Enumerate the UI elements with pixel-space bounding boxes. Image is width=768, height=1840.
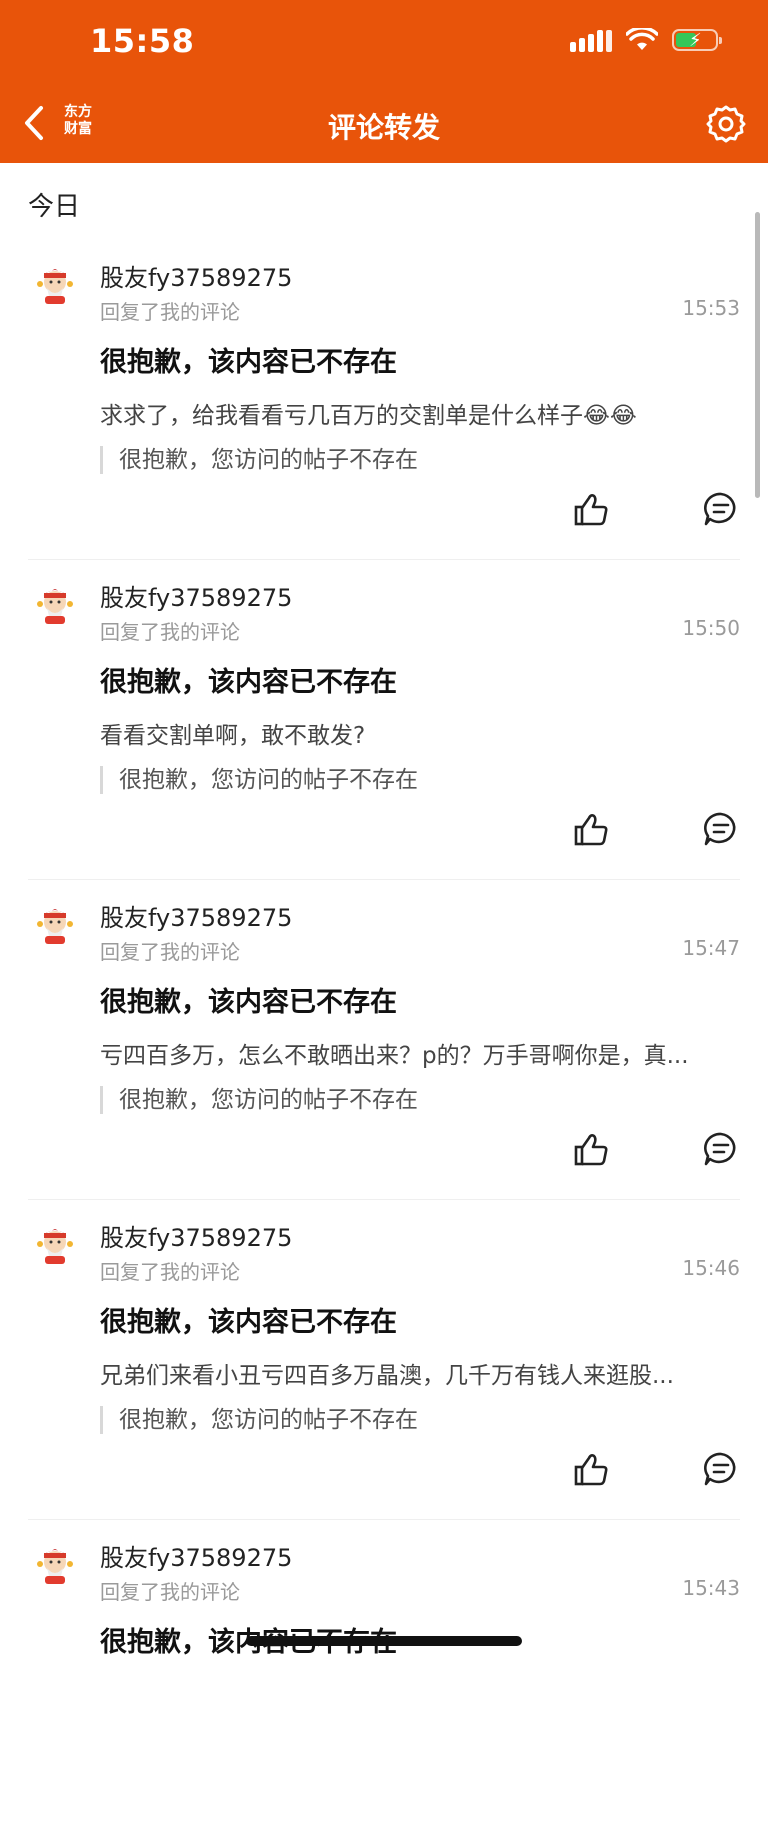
username[interactable]: 股友fy37589275 <box>100 258 292 293</box>
content-title[interactable]: 很抱歉，该内容已不存在 <box>100 1300 397 1339</box>
thumbs-up-icon[interactable] <box>572 810 612 850</box>
comment-bubble-icon[interactable] <box>702 490 740 528</box>
section-title-today: 今日 <box>28 192 81 222</box>
list-item[interactable]: 股友fy37589275 回复了我的评论 15:47 很抱歉，该内容已不存在 亏… <box>0 880 768 1200</box>
action-subtitle: 回复了我的评论 <box>100 300 240 324</box>
thumbs-up-icon[interactable] <box>572 1130 612 1170</box>
avatar-icon[interactable] <box>34 584 76 626</box>
timestamp: 15:53 <box>682 296 740 320</box>
quoted-post[interactable]: 很抱歉，您访问的帖子不存在 <box>100 446 418 474</box>
username[interactable]: 股友fy37589275 <box>100 1218 292 1253</box>
timestamp: 15:43 <box>682 1576 740 1600</box>
comment-bubble-icon[interactable] <box>702 1450 740 1488</box>
home-indicator[interactable] <box>246 1636 522 1646</box>
quoted-post[interactable]: 很抱歉，您访问的帖子不存在 <box>100 1406 418 1434</box>
quoted-post[interactable]: 很抱歉，您访问的帖子不存在 <box>100 766 418 794</box>
header-bar: 15:58 ⚡ 东方 财富 评论转发 <box>0 0 768 163</box>
status-time: 15:58 <box>90 22 195 60</box>
username[interactable]: 股友fy37589275 <box>100 578 292 613</box>
comment-text[interactable]: 求求了，给我看看亏几百万的交割单是什么样子😂😂 <box>100 396 740 430</box>
comment-bubble-icon[interactable] <box>702 1130 740 1168</box>
avatar-icon[interactable] <box>34 264 76 306</box>
page-title: 评论转发 <box>327 111 440 144</box>
username[interactable]: 股友fy37589275 <box>100 898 292 933</box>
timestamp: 15:46 <box>682 1256 740 1280</box>
avatar-icon[interactable] <box>34 1544 76 1586</box>
timestamp: 15:47 <box>682 936 740 960</box>
list-item[interactable]: 股友fy37589275 回复了我的评论 15:50 很抱歉，该内容已不存在 看… <box>0 560 768 880</box>
avatar-icon[interactable] <box>34 1224 76 1266</box>
action-subtitle: 回复了我的评论 <box>100 940 240 964</box>
thumbs-up-icon[interactable] <box>572 490 612 530</box>
avatar-icon[interactable] <box>34 904 76 946</box>
wifi-icon <box>626 28 658 50</box>
comment-text[interactable]: 兄弟们来看小丑亏四百多万晶澳，几千万有钱人来逛股... <box>100 1356 740 1390</box>
gear-icon[interactable] <box>706 104 746 144</box>
thumbs-up-icon[interactable] <box>572 1450 612 1490</box>
action-subtitle: 回复了我的评论 <box>100 620 240 644</box>
action-subtitle: 回复了我的评论 <box>100 1580 240 1604</box>
content-title[interactable]: 很抱歉，该内容已不存在 <box>100 340 397 379</box>
action-subtitle: 回复了我的评论 <box>100 1260 240 1284</box>
list-item[interactable]: 股友fy37589275 回复了我的评论 15:43 很抱歉，该内容已不存在 <box>0 1520 768 1840</box>
content-title[interactable]: 很抱歉，该内容已不存在 <box>100 660 397 699</box>
battery-icon: ⚡ <box>672 29 722 51</box>
quoted-post[interactable]: 很抱歉，您访问的帖子不存在 <box>100 1086 418 1114</box>
timestamp: 15:50 <box>682 616 740 640</box>
comment-text[interactable]: 亏四百多万，怎么不敢晒出来？p的？万手哥啊你是，真... <box>100 1036 740 1070</box>
content-title[interactable]: 很抱歉，该内容已不存在 <box>100 980 397 1019</box>
cellular-signal-icon <box>570 28 612 52</box>
comment-text[interactable]: 看看交割单啊，敢不敢发? <box>100 716 740 750</box>
status-indicators: ⚡ <box>570 28 722 52</box>
message-list: 股友fy37589275 回复了我的评论 15:53 很抱歉，该内容已不存在 求… <box>0 240 768 1840</box>
username[interactable]: 股友fy37589275 <box>100 1538 292 1573</box>
comment-bubble-icon[interactable] <box>702 810 740 848</box>
list-item[interactable]: 股友fy37589275 回复了我的评论 15:53 很抱歉，该内容已不存在 求… <box>0 240 768 560</box>
list-item[interactable]: 股友fy37589275 回复了我的评论 15:46 很抱歉，该内容已不存在 兄… <box>0 1200 768 1520</box>
